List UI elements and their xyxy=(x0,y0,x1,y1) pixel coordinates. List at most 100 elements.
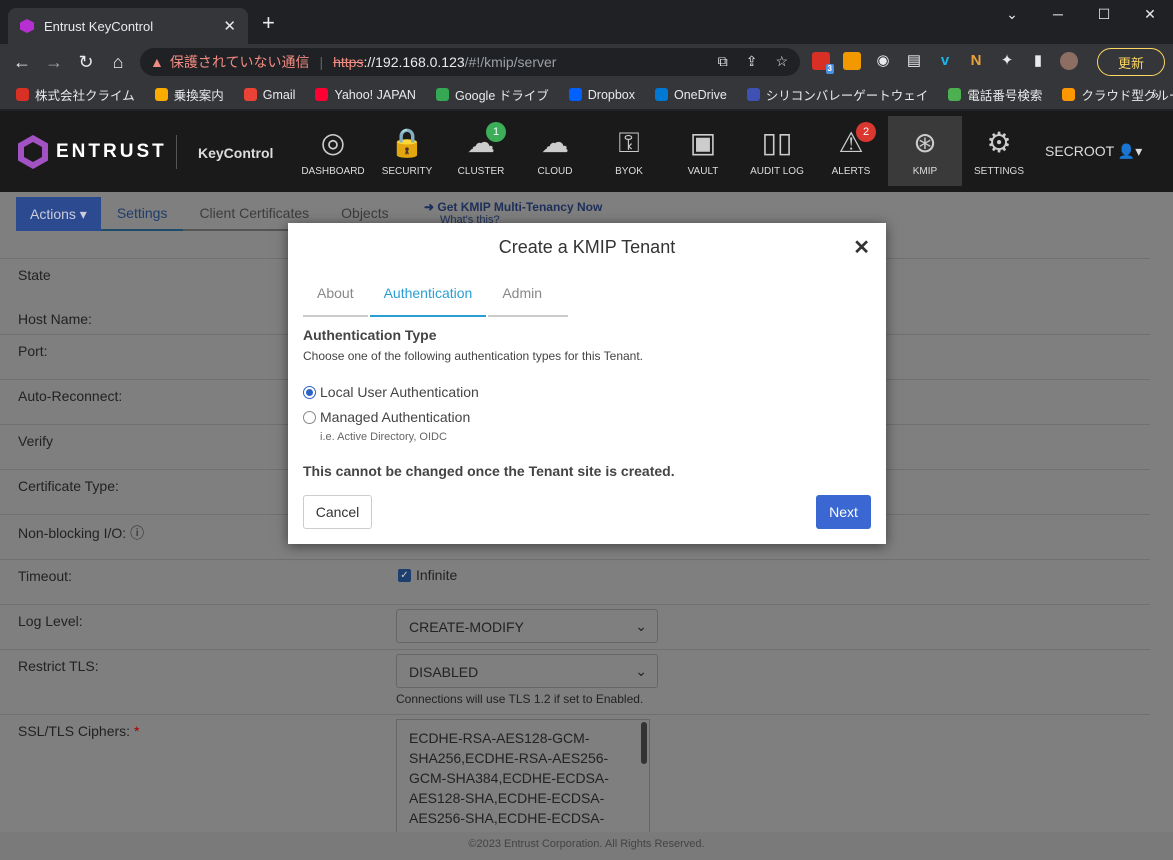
tab-admin[interactable]: Admin xyxy=(488,283,569,317)
managed-auth-label: Managed Authentication xyxy=(320,409,471,425)
bookmark-item[interactable]: 株式会社クライム xyxy=(16,85,135,104)
bookmark-star-icon[interactable]: ☆ xyxy=(775,53,788,70)
reload-icon[interactable]: ↻ xyxy=(70,52,102,73)
home-icon[interactable]: ⌂ xyxy=(102,52,134,73)
bookmarks-more-icon[interactable]: » xyxy=(1152,87,1159,102)
extension-badge-icon[interactable]: 3 xyxy=(812,52,834,74)
nav-label: KMIP xyxy=(912,166,938,177)
create-kmip-tenant-modal: Create a KMIP Tenant ✕ About Authenticat… xyxy=(288,223,886,544)
address-separator: | xyxy=(319,54,324,70)
log-level-select[interactable]: CREATE-MODIFY ⌄ xyxy=(396,609,658,643)
actions-dropdown[interactable]: Actions ▾ xyxy=(16,197,101,231)
field-label: SSL/TLS Ciphers: xyxy=(18,723,131,739)
bookmark-item[interactable]: Google ドライブ xyxy=(435,85,549,104)
managed-auth-radio[interactable]: Managed Authentication xyxy=(303,409,470,425)
arrow-right-icon: ➜ xyxy=(424,200,435,214)
field-label: Host Name: xyxy=(18,311,92,327)
entrust-logo[interactable]: ENTRUST xyxy=(18,135,167,169)
auth-type-description: Choose one of the following authenticati… xyxy=(303,349,644,363)
restrict-tls-select[interactable]: DISABLED ⌄ xyxy=(396,654,658,688)
close-tab-icon[interactable]: ✕ xyxy=(223,17,236,35)
brand-name: ENTRUST xyxy=(56,141,167,162)
ssl-ciphers-textarea[interactable]: ECDHE-RSA-AES128-GCM-SHA256,ECDHE-RSA-AE… xyxy=(396,719,650,849)
bookmark-item[interactable]: シリコンバレーゲートウェイ xyxy=(746,85,928,104)
nav-label: VAULT xyxy=(687,166,719,177)
n-extension-icon[interactable]: N xyxy=(967,52,985,70)
bookmark-item[interactable]: Dropbox xyxy=(568,88,635,102)
close-icon[interactable]: ✕ xyxy=(853,235,870,260)
tab-authentication[interactable]: Authentication xyxy=(369,283,487,317)
tab-search-icon[interactable]: ⌄ xyxy=(989,6,1035,23)
nav-label: CLUSTER xyxy=(457,166,505,177)
field-label: Port: xyxy=(18,343,48,359)
entrust-hex-icon xyxy=(18,135,48,169)
forward-icon[interactable]: → xyxy=(38,52,70,73)
user-icon: 👤▾ xyxy=(1117,143,1143,159)
bookmark-item[interactable]: 乗換案内 xyxy=(154,85,224,104)
help-icon[interactable]: ⓘ xyxy=(130,525,144,541)
bookmark-item[interactable]: OneDrive xyxy=(655,88,727,102)
url-path: /#!/kmip/server xyxy=(464,54,557,70)
cancel-button[interactable]: Cancel xyxy=(303,495,372,529)
timeout-infinite-checkbox[interactable]: ✓ xyxy=(398,569,411,582)
nav-vault[interactable]: ▣ VAULT xyxy=(666,116,740,186)
window-capture-icon[interactable]: ▤ xyxy=(905,52,923,70)
profile-avatar-icon[interactable] xyxy=(1060,52,1078,70)
restrict-tls-hint: Connections will use TLS 1.2 if set to E… xyxy=(396,692,644,706)
lock-icon: 🔒 xyxy=(389,127,425,158)
user-menu[interactable]: SECROOT 👤▾ xyxy=(1045,143,1142,160)
nav-security[interactable]: 🔒 SECURITY xyxy=(370,116,444,186)
extensions-area: 3 ◉ ▤ v N ✦ ▮ xyxy=(812,52,1078,74)
bookmark-favicon-icon xyxy=(1062,88,1076,101)
tab-settings[interactable]: Settings xyxy=(100,197,184,231)
extension-badge-count: 3 xyxy=(825,64,834,74)
tab-about[interactable]: About xyxy=(303,283,368,317)
share-icon[interactable]: ⇪ xyxy=(746,53,758,70)
book-icon: ▯▯ xyxy=(761,127,793,158)
bookmark-label: 電話番号検索 xyxy=(967,89,1043,103)
url-host: ://192.168.0.123 xyxy=(363,54,465,70)
nav-dashboard[interactable]: ◎ DASHBOARD xyxy=(296,116,370,186)
nav-cloud[interactable]: ☁ CLOUD xyxy=(518,116,592,186)
nav-audit-log[interactable]: ▯▯ AUDIT LOG xyxy=(740,116,814,186)
window-close-icon[interactable]: ✕ xyxy=(1127,6,1173,23)
bookmark-favicon-icon xyxy=(154,88,168,101)
maximize-icon[interactable]: ☐ xyxy=(1081,6,1127,23)
nav-settings[interactable]: ⚙ SETTINGS xyxy=(962,116,1036,186)
back-icon[interactable]: ← xyxy=(6,52,38,73)
bookmark-favicon-icon xyxy=(315,88,329,101)
new-tab-button[interactable]: + xyxy=(262,12,275,34)
bookmark-item[interactable]: Gmail xyxy=(243,88,295,102)
minimize-icon[interactable]: ─ xyxy=(1035,6,1081,23)
actions-label: Actions xyxy=(30,206,76,222)
restrict-tls-value: DISABLED xyxy=(409,664,479,680)
local-user-auth-radio[interactable]: Local User Authentication xyxy=(303,384,479,400)
url-scheme: https xyxy=(333,54,364,70)
app-header: ENTRUST KeyControl ◎ DASHBOARD 🔒 SECURITY ☁ C… xyxy=(0,111,1173,192)
camera-icon[interactable]: ◉ xyxy=(874,52,892,70)
modal-title: Create a KMIP Tenant xyxy=(498,237,676,257)
address-bar[interactable]: ▲ 保護されていない通信 | https ://192.168.0.123 /#… xyxy=(140,48,800,76)
nav-alerts[interactable]: ⚠ ALERTS 2 xyxy=(814,116,888,186)
bookmark-item[interactable]: 電話番号検索 xyxy=(948,85,1042,104)
update-button[interactable]: 更新 xyxy=(1097,48,1165,76)
translate-icon[interactable]: ⧉ xyxy=(718,53,728,70)
next-button[interactable]: Next xyxy=(816,495,871,529)
chart-extension-icon[interactable] xyxy=(843,52,861,70)
nav-kmip[interactable]: ⊛ KMIP xyxy=(888,116,962,186)
bookmark-favicon-icon xyxy=(568,88,582,101)
field-label: Timeout: xyxy=(18,568,72,584)
ciphers-scrollbar[interactable] xyxy=(641,722,647,764)
radio-selected-icon[interactable] xyxy=(303,385,316,399)
puzzle-icon[interactable]: ✦ xyxy=(998,52,1016,70)
radio-unselected-icon[interactable] xyxy=(303,410,316,424)
vimeo-icon[interactable]: v xyxy=(936,52,954,70)
bookmark-item[interactable]: Yahoo! JAPAN xyxy=(315,88,416,102)
nav-byok[interactable]: ⚿ BYOK xyxy=(592,116,666,186)
bookmark-label: OneDrive xyxy=(674,87,727,102)
nav-cluster[interactable]: ☁ CLUSTER 1 xyxy=(444,116,518,186)
main-nav: ◎ DASHBOARD 🔒 SECURITY ☁ CLUSTER 1 ☁ CLOUD ⚿ BYOK ▣… xyxy=(296,116,1036,186)
sidebar-icon[interactable]: ▮ xyxy=(1029,52,1047,70)
browser-tab-title: Entrust KeyControl xyxy=(44,18,154,34)
browser-tab[interactable]: Entrust KeyControl ✕ xyxy=(8,8,248,44)
